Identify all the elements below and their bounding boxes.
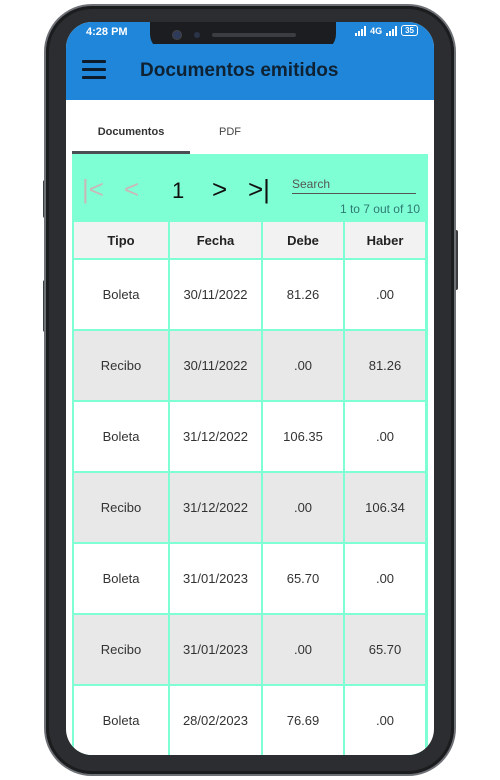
cell-debe: 65.70 bbox=[263, 544, 343, 613]
hamburger-menu-icon[interactable] bbox=[82, 60, 106, 80]
cell-haber: .00 bbox=[345, 544, 425, 613]
cell-tipo: Boleta bbox=[74, 260, 168, 329]
tab-bar: Documentos PDF bbox=[72, 114, 428, 154]
next-page-button[interactable]: > bbox=[212, 176, 227, 202]
app-bar: Documentos emitidos bbox=[66, 44, 434, 100]
tab-documentos[interactable]: Documentos bbox=[72, 114, 190, 154]
last-page-button[interactable]: >| bbox=[248, 176, 270, 202]
page-title: Documentos emitidos bbox=[140, 60, 339, 81]
cell-haber: 106.34 bbox=[345, 473, 425, 542]
current-page-number: 1 bbox=[172, 178, 185, 203]
cell-tipo: Recibo bbox=[74, 331, 168, 400]
cell-haber: 81.26 bbox=[345, 331, 425, 400]
cell-tipo: Boleta bbox=[74, 544, 168, 613]
pagination-bar: |< < 1 > >| 1 to 7 out of 10 bbox=[72, 154, 428, 220]
table-header-row: Tipo Fecha Debe Haber bbox=[74, 222, 425, 258]
column-header-fecha[interactable]: Fecha bbox=[170, 222, 261, 258]
cell-fecha: 31/01/2023 bbox=[170, 544, 261, 613]
search-input[interactable] bbox=[292, 174, 416, 194]
cell-haber: .00 bbox=[345, 260, 425, 329]
column-header-debe[interactable]: Debe bbox=[263, 222, 343, 258]
screen: 4:28 PM 4G 35 Documentos emitidos Docume… bbox=[66, 22, 434, 755]
cell-fecha: 30/11/2022 bbox=[170, 260, 261, 329]
cell-fecha: 30/11/2022 bbox=[170, 331, 261, 400]
table-row[interactable]: Recibo 30/11/2022 .00 81.26 bbox=[74, 331, 425, 400]
table-row[interactable]: Boleta 31/12/2022 106.35 .00 bbox=[74, 402, 425, 471]
previous-page-button[interactable]: < bbox=[124, 176, 139, 202]
table-row[interactable]: Boleta 28/02/2023 76.69 .00 bbox=[74, 686, 425, 755]
first-page-button[interactable]: |< bbox=[82, 176, 104, 202]
cell-debe: 106.35 bbox=[263, 402, 343, 471]
cell-debe: .00 bbox=[263, 615, 343, 684]
cell-debe: 81.26 bbox=[263, 260, 343, 329]
cell-tipo: Recibo bbox=[74, 473, 168, 542]
cell-tipo: Boleta bbox=[74, 402, 168, 471]
front-camera-icon bbox=[172, 30, 182, 40]
cell-fecha: 31/01/2023 bbox=[170, 615, 261, 684]
signal-icon bbox=[355, 25, 367, 36]
cell-haber: .00 bbox=[345, 402, 425, 471]
cell-fecha: 31/12/2022 bbox=[170, 473, 261, 542]
table-row[interactable]: Boleta 30/11/2022 81.26 .00 bbox=[74, 260, 425, 329]
cell-haber: 65.70 bbox=[345, 615, 425, 684]
table-row[interactable]: Boleta 31/01/2023 65.70 .00 bbox=[74, 544, 425, 613]
column-header-haber[interactable]: Haber bbox=[345, 222, 425, 258]
table-row[interactable]: Recibo 31/12/2022 .00 106.34 bbox=[74, 473, 425, 542]
documents-table-container: Tipo Fecha Debe Haber Boleta 30/11/2022 … bbox=[72, 220, 428, 755]
documents-table: Tipo Fecha Debe Haber Boleta 30/11/2022 … bbox=[72, 220, 427, 755]
sensor-icon bbox=[194, 32, 200, 38]
cell-debe: 76.69 bbox=[263, 686, 343, 755]
table-row[interactable]: Recibo 31/01/2023 .00 65.70 bbox=[74, 615, 425, 684]
battery-icon: 35 bbox=[401, 25, 418, 36]
status-icons: 4G 35 bbox=[355, 25, 418, 36]
cell-tipo: Boleta bbox=[74, 686, 168, 755]
cell-debe: .00 bbox=[263, 473, 343, 542]
cell-haber: .00 bbox=[345, 686, 425, 755]
status-time: 4:28 PM bbox=[86, 26, 128, 38]
signal-icon-2 bbox=[386, 25, 398, 36]
network-type: 4G bbox=[370, 25, 383, 36]
cell-debe: .00 bbox=[263, 331, 343, 400]
column-header-tipo[interactable]: Tipo bbox=[74, 222, 168, 258]
cell-fecha: 28/02/2023 bbox=[170, 686, 261, 755]
earpiece-speaker bbox=[212, 33, 296, 37]
cell-tipo: Recibo bbox=[74, 615, 168, 684]
tab-pdf[interactable]: PDF bbox=[190, 114, 270, 154]
range-info: 1 to 7 out of 10 bbox=[339, 202, 420, 216]
cell-fecha: 31/12/2022 bbox=[170, 402, 261, 471]
